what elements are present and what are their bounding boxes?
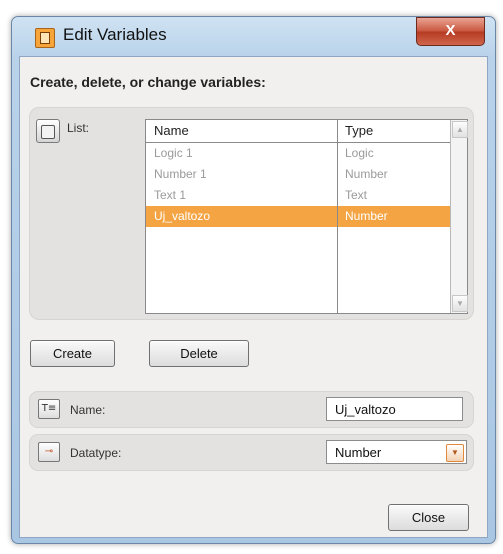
- datatype-label: Datatype:: [70, 446, 122, 460]
- datatype-select[interactable]: Number ▼: [326, 440, 467, 464]
- text-field-icon: T≡: [38, 399, 60, 419]
- table-row[interactable]: Number 1 Number: [146, 164, 450, 185]
- name-label: Name:: [70, 403, 106, 417]
- row-name: Logic 1: [154, 146, 193, 160]
- edit-variables-window: Edit Variables X Create, delete, or chan…: [11, 16, 496, 544]
- table-row[interactable]: Text 1 Text: [146, 185, 450, 206]
- window-title: Edit Variables: [63, 25, 167, 44]
- table-row-selected[interactable]: Uj_valtozo Number: [146, 206, 450, 227]
- table-header: Name Type: [146, 120, 450, 143]
- close-window-button[interactable]: X: [416, 17, 485, 46]
- row-type: Logic: [345, 146, 374, 160]
- name-field-group: T≡ Name: Uj_valtozo: [29, 391, 474, 428]
- vertical-scrollbar[interactable]: ▲ ▼: [450, 120, 468, 313]
- variables-table[interactable]: Name Type Logic 1 Logic Number 1 Number …: [145, 119, 468, 314]
- row-type: Text: [345, 188, 368, 202]
- column-header-name[interactable]: Name: [154, 123, 189, 138]
- table-row[interactable]: Logic 1 Logic: [146, 143, 450, 164]
- dialog-body: Create, delete, or change variables: Lis…: [19, 56, 488, 538]
- delete-button[interactable]: Delete: [149, 340, 249, 367]
- row-type: Number: [345, 167, 388, 181]
- datatype-field-group: ⊸ Datatype: Number ▼: [29, 434, 474, 471]
- row-name: Number 1: [154, 167, 207, 181]
- row-type: Number: [345, 209, 388, 223]
- column-header-type[interactable]: Type: [345, 123, 373, 138]
- variable-list-group: List: Name Type Logic 1 Logic Number 1 N…: [29, 107, 474, 320]
- close-button[interactable]: Close: [388, 504, 469, 531]
- datatype-value: Number: [335, 445, 382, 460]
- list-label: List:: [67, 121, 90, 135]
- app-icon: [35, 28, 55, 48]
- clipboard-icon: [36, 119, 60, 143]
- column-divider: [337, 120, 338, 313]
- dialog-heading: Create, delete, or change variables:: [30, 74, 266, 90]
- scroll-up-icon[interactable]: ▲: [452, 121, 468, 138]
- row-name: Uj_valtozo: [154, 209, 211, 223]
- name-input[interactable]: Uj_valtozo: [326, 397, 463, 421]
- datatype-icon: ⊸: [38, 442, 60, 462]
- scroll-down-icon[interactable]: ▼: [452, 295, 468, 312]
- create-button[interactable]: Create: [30, 340, 115, 367]
- row-name: Text 1: [154, 188, 187, 202]
- chevron-down-icon[interactable]: ▼: [446, 444, 464, 462]
